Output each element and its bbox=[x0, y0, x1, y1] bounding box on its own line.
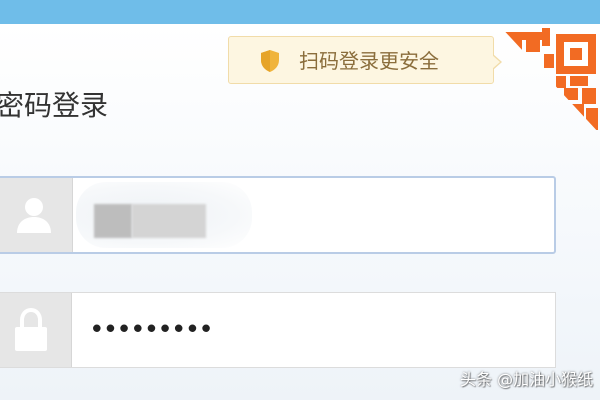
qr-login-tip: 扫码登录更安全 bbox=[228, 36, 502, 84]
login-title: 密码登录 bbox=[0, 89, 109, 122]
password-icon-box bbox=[0, 293, 72, 367]
shield-icon bbox=[261, 50, 279, 72]
username-redaction bbox=[132, 204, 206, 238]
qr-code-icon[interactable] bbox=[498, 24, 600, 134]
watermark: 头条 @加油小猴纸 bbox=[460, 370, 594, 389]
username-icon-box bbox=[0, 178, 73, 252]
tip-arrow bbox=[492, 55, 500, 69]
qr-tip-text: 扫码登录更安全 bbox=[299, 49, 439, 73]
username-field[interactable] bbox=[0, 176, 556, 254]
user-icon bbox=[17, 198, 51, 233]
username-redaction bbox=[94, 204, 132, 238]
password-field[interactable]: ••••••••• bbox=[0, 292, 556, 368]
lock-icon bbox=[15, 308, 47, 351]
password-input[interactable]: ••••••••• bbox=[89, 315, 489, 345]
top-bar bbox=[0, 0, 600, 24]
